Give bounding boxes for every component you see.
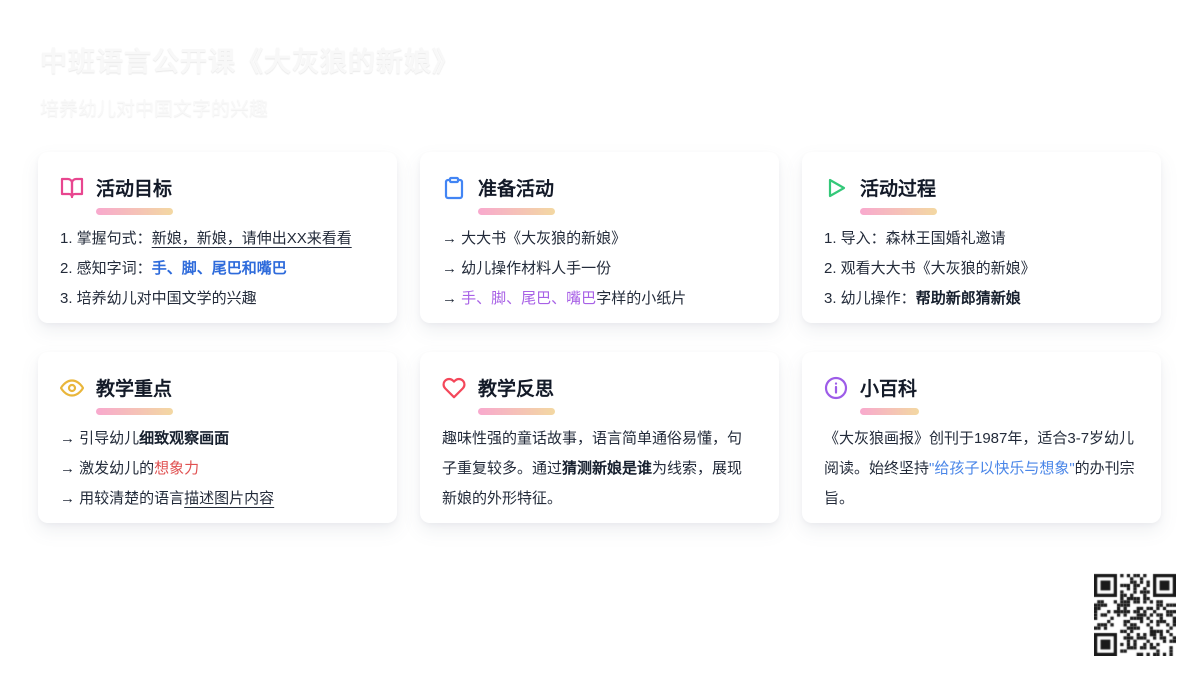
- card-activity-goals: 活动目标 1. 掌握句式：新娘，新娘，请伸出XX来看看 2. 感知字词：手、脚、尾…: [38, 152, 397, 323]
- card-header: 准备活动: [442, 174, 755, 201]
- page-subtitle: 培养幼儿对中国文字的兴趣: [40, 99, 269, 120]
- title-underline: [96, 408, 173, 415]
- title-underline: [96, 208, 173, 215]
- book-open-icon: [60, 177, 84, 198]
- title-underline: [478, 208, 555, 215]
- card-title: 活动目标: [96, 179, 173, 200]
- eye-icon: [60, 378, 84, 397]
- title-underline: [860, 408, 919, 415]
- heart-icon: [442, 377, 466, 398]
- card-content: → 大大书《大灰狼的新娘》 → 幼儿操作材料人手一份 → 手、脚、尾巴、嘴巴字样的小…: [442, 224, 755, 314]
- text-line: → 手、脚、尾巴、嘴巴字样的小纸片: [442, 290, 687, 307]
- card-activity-process: 活动过程 1. 导入：森林王国婚礼邀请 2. 观看大大书《大灰狼的新娘》 3. 幼儿…: [802, 152, 1161, 323]
- card-title: 准备活动: [478, 179, 555, 200]
- card-header: 教学反思: [442, 374, 755, 401]
- text-line: 3. 培养幼儿对中国文学的兴趣: [60, 290, 257, 307]
- card-content: 1. 掌握句式：新娘，新娘，请伸出XX来看看 2. 感知字词：手、脚、尾巴和嘴巴 3…: [60, 224, 373, 314]
- card-teaching-focus: 教学重点 → 引导幼儿细致观察画面 → 激发幼儿的想象力 → 用较清楚的语言描述图片…: [38, 352, 397, 523]
- card-title: 教学反思: [478, 379, 555, 400]
- text-line: 3. 幼儿操作：帮助新郎猜新娘: [824, 290, 1021, 307]
- text-line: 1. 掌握句式：新娘，新娘，请伸出XX来看看: [60, 230, 352, 247]
- card-content: 《大灰狼画报》创刊于1987年，适合3-7岁幼儿阅读。始终坚持"给孩子以快乐与想…: [824, 424, 1137, 514]
- text-line: → 用较清楚的语言描述图片内容: [60, 490, 275, 507]
- title-underline: [478, 408, 555, 415]
- info-icon: [824, 376, 848, 399]
- text-line: → 激发幼儿的想象力: [60, 460, 200, 477]
- card-header: 教学重点: [60, 374, 373, 401]
- page-header: 中班语言公开课《大灰狼的新娘》 培养幼儿对中国文字的兴趣: [40, 40, 460, 121]
- title-underline: [860, 208, 937, 215]
- text-line: 趣味性强的童话故事，语言简单通俗易懂，句子重复较多。通过猜测新娘是谁为线索，展现…: [442, 430, 743, 507]
- card-title: 小百科: [860, 379, 918, 400]
- card-teaching-reflection: 教学反思 趣味性强的童话故事，语言简单通俗易懂，句子重复较多。通过猜测新娘是谁为…: [420, 352, 779, 523]
- card-header: 活动过程: [824, 174, 1137, 201]
- clipboard-icon: [444, 176, 464, 199]
- card-content: → 引导幼儿细致观察画面 → 激发幼儿的想象力 → 用较清楚的语言描述图片内容: [60, 424, 373, 514]
- text-line: 1. 导入：森林王国婚礼邀请: [824, 230, 1006, 247]
- text-line: 2. 感知字词：手、脚、尾巴和嘴巴: [60, 260, 287, 277]
- card-preparation: 准备活动 → 大大书《大灰狼的新娘》 → 幼儿操作材料人手一份 → 手、脚、尾巴、嘴…: [420, 152, 779, 323]
- card-content: 1. 导入：森林王国婚礼邀请 2. 观看大大书《大灰狼的新娘》 3. 幼儿操作：帮助…: [824, 224, 1137, 314]
- text-line: → 大大书《大灰狼的新娘》: [442, 230, 627, 247]
- card-encyclopedia: 小百科 《大灰狼画报》创刊于1987年，适合3-7岁幼儿阅读。始终坚持"给孩子以…: [802, 352, 1161, 523]
- text-line: → 幼儿操作材料人手一份: [442, 260, 612, 277]
- text-line: 《大灰狼画报》创刊于1987年，适合3-7岁幼儿阅读。始终坚持"给孩子以快乐与想…: [824, 430, 1135, 507]
- card-content: 趣味性强的童话故事，语言简单通俗易懂，句子重复较多。通过猜测新娘是谁为线索，展现…: [442, 424, 755, 514]
- card-title: 教学重点: [96, 379, 173, 400]
- card-header: 小百科: [824, 374, 1137, 401]
- text-line: → 引导幼儿细致观察画面: [60, 430, 230, 447]
- play-icon: [828, 178, 846, 197]
- qr-code: [1094, 571, 1176, 656]
- card-header: 活动目标: [60, 174, 373, 201]
- text-line: 2. 观看大大书《大灰狼的新娘》: [824, 260, 1036, 277]
- card-title: 活动过程: [860, 179, 937, 200]
- card-grid: 活动目标 1. 掌握句式：新娘，新娘，请伸出XX来看看 2. 感知字词：手、脚、尾…: [38, 152, 1161, 523]
- page-title: 中班语言公开课《大灰狼的新娘》: [40, 47, 460, 77]
